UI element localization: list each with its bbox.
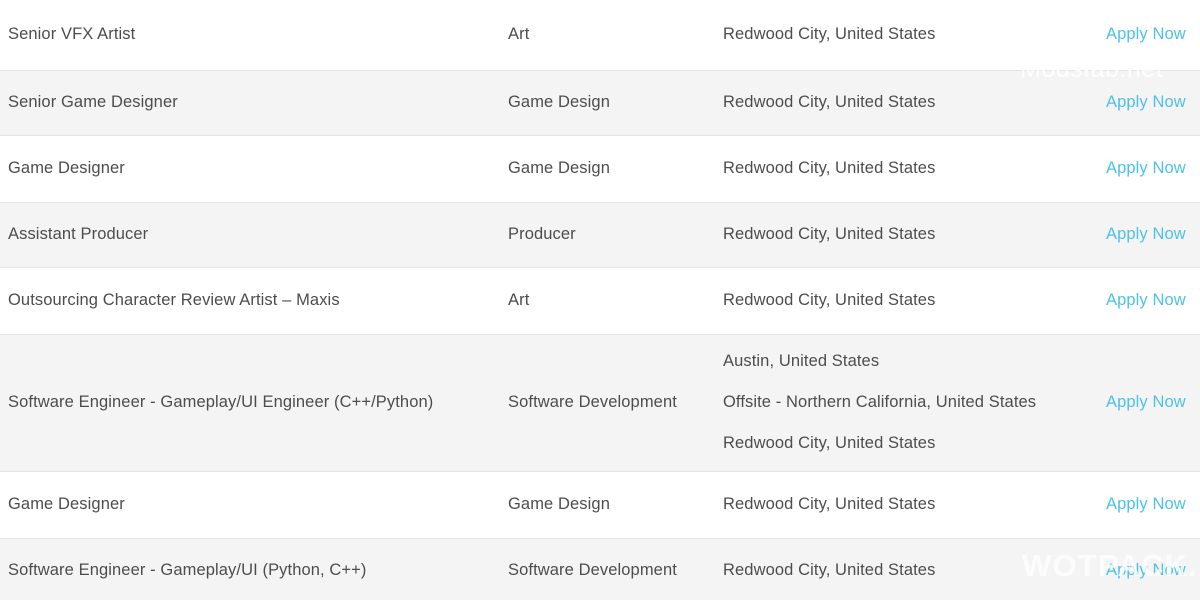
- job-location-line: Austin, United States: [723, 352, 880, 371]
- job-location: Redwood City, United States: [723, 157, 1106, 181]
- table-row: Software Engineer - Gameplay/UI Engineer…: [0, 334, 1200, 472]
- table-row: Assistant Producer Producer Redwood City, …: [0, 202, 1200, 268]
- job-location-line: Redwood City, United States: [723, 25, 936, 44]
- table-row: Outsourcing Character Review Artist – Ma…: [0, 268, 1200, 334]
- job-title: Senior Game Designer: [8, 93, 178, 112]
- job-title: Game Designer: [8, 495, 125, 514]
- apply-now-link[interactable]: Apply Now: [1106, 93, 1186, 111]
- apply-now-link[interactable]: Apply Now: [1106, 393, 1186, 411]
- table-row: Software Engineer - Gameplay/UI (Python,…: [0, 538, 1200, 600]
- apply-cell: Apply Now: [1106, 493, 1200, 517]
- job-location: Austin, United States Offsite - Northern …: [723, 350, 1106, 456]
- job-location-line: Redwood City, United States: [723, 495, 936, 514]
- job-title: Game Designer: [8, 159, 125, 178]
- job-location-line: Redwood City, United States: [723, 291, 936, 310]
- job-location: Redwood City, United States: [723, 223, 1106, 247]
- apply-cell: Apply Now: [1106, 223, 1200, 247]
- job-category: Game Design: [508, 93, 610, 112]
- apply-now-link[interactable]: Apply Now: [1106, 225, 1186, 243]
- job-category: Game Design: [508, 159, 610, 178]
- apply-now-link[interactable]: Apply Now: [1106, 291, 1186, 309]
- apply-now-link[interactable]: Apply Now: [1106, 25, 1186, 43]
- apply-cell: Apply Now: [1106, 391, 1200, 415]
- job-location-line: Offsite - Northern California, United St…: [723, 393, 1037, 412]
- job-category: Producer: [508, 225, 576, 244]
- job-location: Redwood City, United States: [723, 289, 1106, 313]
- job-location: Redwood City, United States: [723, 559, 1106, 583]
- job-location: Redwood City, United States: [723, 23, 1106, 47]
- job-location-line: Redwood City, United States: [723, 225, 936, 244]
- job-location-line: Redwood City, United States: [723, 159, 936, 178]
- apply-cell: Apply Now: [1106, 289, 1200, 313]
- job-title: Assistant Producer: [8, 225, 149, 244]
- job-category: Game Design: [508, 495, 610, 514]
- job-location-line: Redwood City, United States: [723, 93, 936, 112]
- job-category: Art: [508, 291, 530, 310]
- job-category: Art: [508, 25, 530, 44]
- apply-now-link[interactable]: Apply Now: [1106, 561, 1186, 579]
- table-row: Senior VFX Artist Art Redwood City, United…: [0, 0, 1200, 70]
- table-row: Senior Game Designer Game Design Redwood C…: [0, 70, 1200, 136]
- job-location-line: Redwood City, United States: [723, 561, 936, 580]
- table-row: Game Designer Game Design Redwood City, Un…: [0, 472, 1200, 538]
- apply-now-link[interactable]: Apply Now: [1106, 495, 1186, 513]
- job-location: Redwood City, United States: [723, 91, 1106, 115]
- job-title: Software Engineer - Gameplay/UI Engineer…: [8, 393, 434, 412]
- job-listings-table: Senior VFX Artist Art Redwood City, United…: [0, 0, 1200, 600]
- apply-now-link[interactable]: Apply Now: [1106, 159, 1186, 177]
- apply-cell: Apply Now: [1106, 23, 1200, 47]
- job-category: Software Development: [508, 393, 677, 412]
- job-listings-rows: Senior VFX Artist Art Redwood City, United…: [0, 0, 1200, 600]
- job-location-line: Redwood City, United States: [723, 433, 936, 452]
- apply-cell: Apply Now: [1106, 91, 1200, 115]
- job-location: Redwood City, United States: [723, 493, 1106, 517]
- job-title: Senior VFX Artist: [8, 25, 136, 44]
- apply-cell: Apply Now: [1106, 559, 1200, 583]
- job-title: Software Engineer - Gameplay/UI (Python,…: [8, 561, 367, 580]
- job-title: Outsourcing Character Review Artist – Ma…: [8, 291, 340, 310]
- apply-cell: Apply Now: [1106, 157, 1200, 181]
- table-row: Game Designer Game Design Redwood City, Un…: [0, 136, 1200, 202]
- job-category: Software Development: [508, 561, 677, 580]
